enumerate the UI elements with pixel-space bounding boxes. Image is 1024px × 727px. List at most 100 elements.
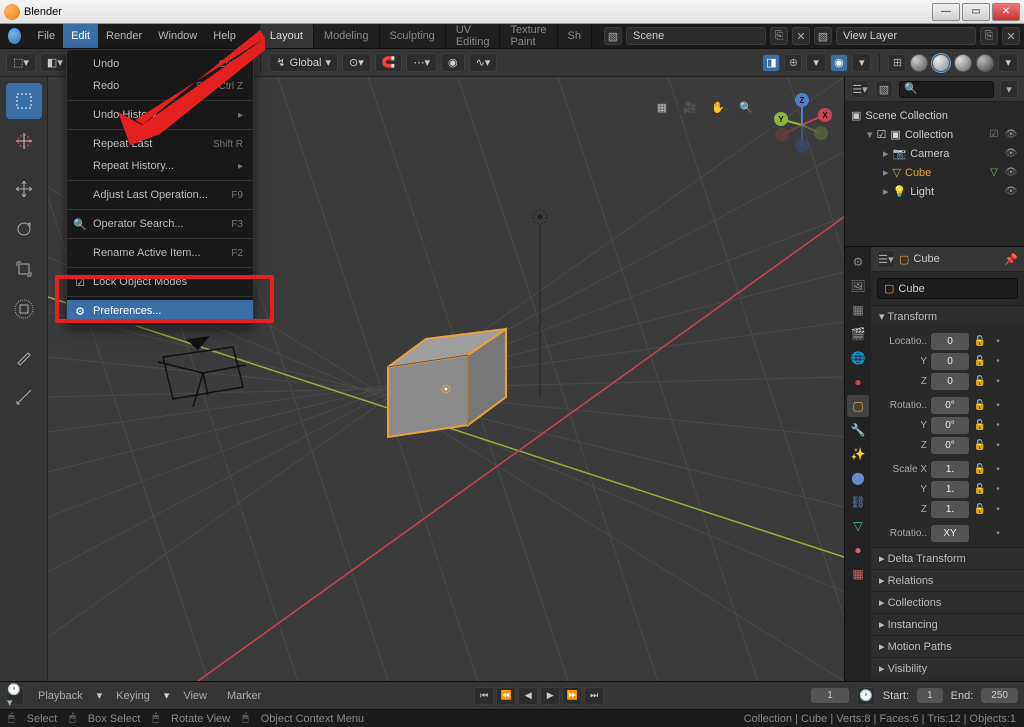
jump-to-start-button[interactable]: ⏮ — [474, 687, 494, 705]
lock-icon[interactable]: 🔓 — [973, 420, 987, 431]
window-maximize-button[interactable]: ▭ — [962, 3, 990, 21]
viewport-pan-icon[interactable]: ✋ — [706, 95, 730, 119]
timeline-playback[interactable]: Playback — [32, 688, 89, 704]
tool-rotate[interactable] — [6, 211, 42, 247]
play-button[interactable]: ▶ — [540, 687, 560, 705]
hide-toggle[interactable]: 👁 — [1004, 129, 1018, 140]
ptab-constraints[interactable]: ⛓ — [847, 491, 869, 513]
light-hide-toggle[interactable]: 👁 — [1004, 186, 1018, 197]
auto-keyframe-toggle[interactable]: 🕐 — [857, 687, 875, 705]
rotation-mode-value[interactable]: XY — [931, 525, 969, 542]
scene-delete-button[interactable]: ✕ — [792, 27, 810, 45]
menu-operator-search[interactable]: 🔍Operator Search...F3 — [67, 213, 253, 235]
panel-collections-header[interactable]: ▸ Collections — [871, 592, 1024, 613]
pin-icon[interactable]: 📌 — [1004, 253, 1018, 266]
location-x-value[interactable]: 0 — [931, 333, 969, 350]
gizmo-toggle[interactable]: ⊕ — [784, 54, 802, 72]
camera-hide-toggle[interactable]: 👁 — [1004, 148, 1018, 159]
current-frame-field[interactable]: 1 — [811, 688, 849, 703]
scene-browse-icon[interactable]: ▧ — [604, 27, 622, 45]
rotation-y-value[interactable]: 0° — [931, 417, 969, 434]
shading-dropdown[interactable]: ▾ — [998, 53, 1018, 72]
tree-camera[interactable]: ▸ 📷 Camera 👁 — [849, 144, 1020, 163]
tab-sculpting[interactable]: Sculpting — [380, 24, 446, 48]
scale-z-value[interactable]: 1. — [931, 501, 969, 518]
lock-icon[interactable]: 🔓 — [973, 356, 987, 367]
play-reverse-button[interactable]: ◀ — [518, 687, 538, 705]
panel-delta-header[interactable]: ▸ Delta Transform — [871, 548, 1024, 569]
menu-rename-active[interactable]: Rename Active Item...F2 — [67, 242, 253, 264]
location-y-value[interactable]: 0 — [931, 353, 969, 370]
editor-type-dropdown[interactable]: ⬚▾ — [6, 53, 36, 72]
object-type-visibility[interactable]: ◨ — [762, 54, 780, 72]
scene-new-button[interactable]: ⎘ — [770, 27, 788, 45]
ptab-world[interactable]: 🌐 — [847, 347, 869, 369]
cube-select-toggle[interactable]: ▽ — [987, 167, 1001, 178]
gizmo-neg-x[interactable] — [775, 128, 789, 142]
lock-icon[interactable]: 🔓 — [973, 400, 987, 411]
ptab-scene[interactable]: 🎬 — [847, 323, 869, 345]
jump-prev-keyframe-button[interactable]: ⏪ — [496, 687, 516, 705]
menu-file[interactable]: File — [29, 24, 63, 48]
outliner-search-input[interactable]: 🔍 — [899, 81, 994, 98]
overlay-dropdown[interactable]: ▾ — [852, 53, 872, 72]
gizmo-neg-z[interactable] — [795, 139, 809, 153]
window-minimize-button[interactable]: — — [932, 3, 960, 21]
ptab-world2[interactable]: ● — [847, 371, 869, 393]
tree-light[interactable]: ▸ 💡 Light 👁 — [849, 182, 1020, 201]
overlay-toggle[interactable]: ◉ — [830, 54, 848, 72]
exclude-toggle[interactable]: ☑ — [987, 129, 1001, 140]
ptab-particles[interactable]: ✨ — [847, 443, 869, 465]
rotation-x-value[interactable]: 0° — [931, 397, 969, 414]
gizmo-x-axis[interactable]: X — [818, 108, 832, 122]
tool-move[interactable] — [6, 171, 42, 207]
timeline-marker[interactable]: Marker — [221, 688, 267, 704]
tree-scene-collection[interactable]: ▣ Scene Collection — [849, 106, 1020, 125]
tab-modeling[interactable]: Modeling — [314, 24, 380, 48]
proportional-type-dropdown[interactable]: ∿▾ — [469, 53, 498, 72]
viewlayer-name-field[interactable]: View Layer — [836, 27, 976, 45]
panel-transform-header[interactable]: ▾ Transform — [871, 306, 1024, 327]
jump-next-keyframe-button[interactable]: ⏩ — [562, 687, 582, 705]
snap-toggle[interactable]: 🧲 — [375, 53, 403, 72]
cube-hide-toggle[interactable]: 👁 — [1004, 167, 1018, 178]
tool-cursor[interactable] — [6, 123, 42, 159]
lock-icon[interactable]: 🔓 — [973, 440, 987, 451]
viewlayer-delete-button[interactable]: ✕ — [1002, 27, 1020, 45]
ptab-output[interactable]: 🖼 — [847, 275, 869, 297]
gizmo-y-axis[interactable]: Y — [774, 112, 788, 126]
tool-transform[interactable] — [6, 291, 42, 327]
timeline-editor-type[interactable]: 🕐▾ — [6, 687, 24, 705]
ptab-material[interactable]: ● — [847, 539, 869, 561]
start-frame-field[interactable]: 1 — [917, 688, 943, 703]
scale-x-value[interactable]: 1. — [931, 461, 969, 478]
pivot-dropdown[interactable]: ⊙▾ — [342, 53, 371, 72]
ptab-object[interactable]: ▢ — [847, 395, 869, 417]
rotation-z-value[interactable]: 0° — [931, 437, 969, 454]
ptab-viewlayer[interactable]: ▦ — [847, 299, 869, 321]
viewport-persp-icon[interactable]: 🎥 — [678, 95, 702, 119]
xray-toggle[interactable]: ⊞ — [888, 54, 906, 72]
end-frame-field[interactable]: 250 — [981, 688, 1018, 703]
ptab-render[interactable]: ⚙ — [847, 251, 869, 273]
lock-icon[interactable]: 🔓 — [973, 504, 987, 515]
tab-shading[interactable]: Sh — [558, 24, 592, 48]
navigation-gizmo[interactable]: Z X Y — [772, 95, 832, 155]
tab-texture-paint[interactable]: Texture Paint — [500, 24, 557, 48]
gizmo-z-axis[interactable]: Z — [795, 93, 809, 107]
location-z-value[interactable]: 0 — [931, 373, 969, 390]
tool-scale[interactable] — [6, 251, 42, 287]
orientation-dropdown[interactable]: ↯ Global ▾ — [269, 53, 338, 72]
timeline-view[interactable]: View — [177, 688, 213, 704]
gizmo-dropdown[interactable]: ▾ — [806, 53, 826, 72]
timeline-keying[interactable]: Keying — [110, 688, 156, 704]
scene-name-field[interactable]: Scene — [626, 27, 766, 45]
viewlayer-new-button[interactable]: ⎘ — [980, 27, 998, 45]
lock-icon[interactable]: 🔓 — [973, 464, 987, 475]
ptab-data[interactable]: ▽ — [847, 515, 869, 537]
tab-uv-editing[interactable]: UV Editing — [446, 24, 501, 48]
object-name-field[interactable]: ▢ Cube — [877, 278, 1018, 299]
panel-relations-header[interactable]: ▸ Relations — [871, 570, 1024, 591]
shading-solid[interactable] — [932, 54, 950, 72]
viewlayer-browse-icon[interactable]: ▧ — [814, 27, 832, 45]
